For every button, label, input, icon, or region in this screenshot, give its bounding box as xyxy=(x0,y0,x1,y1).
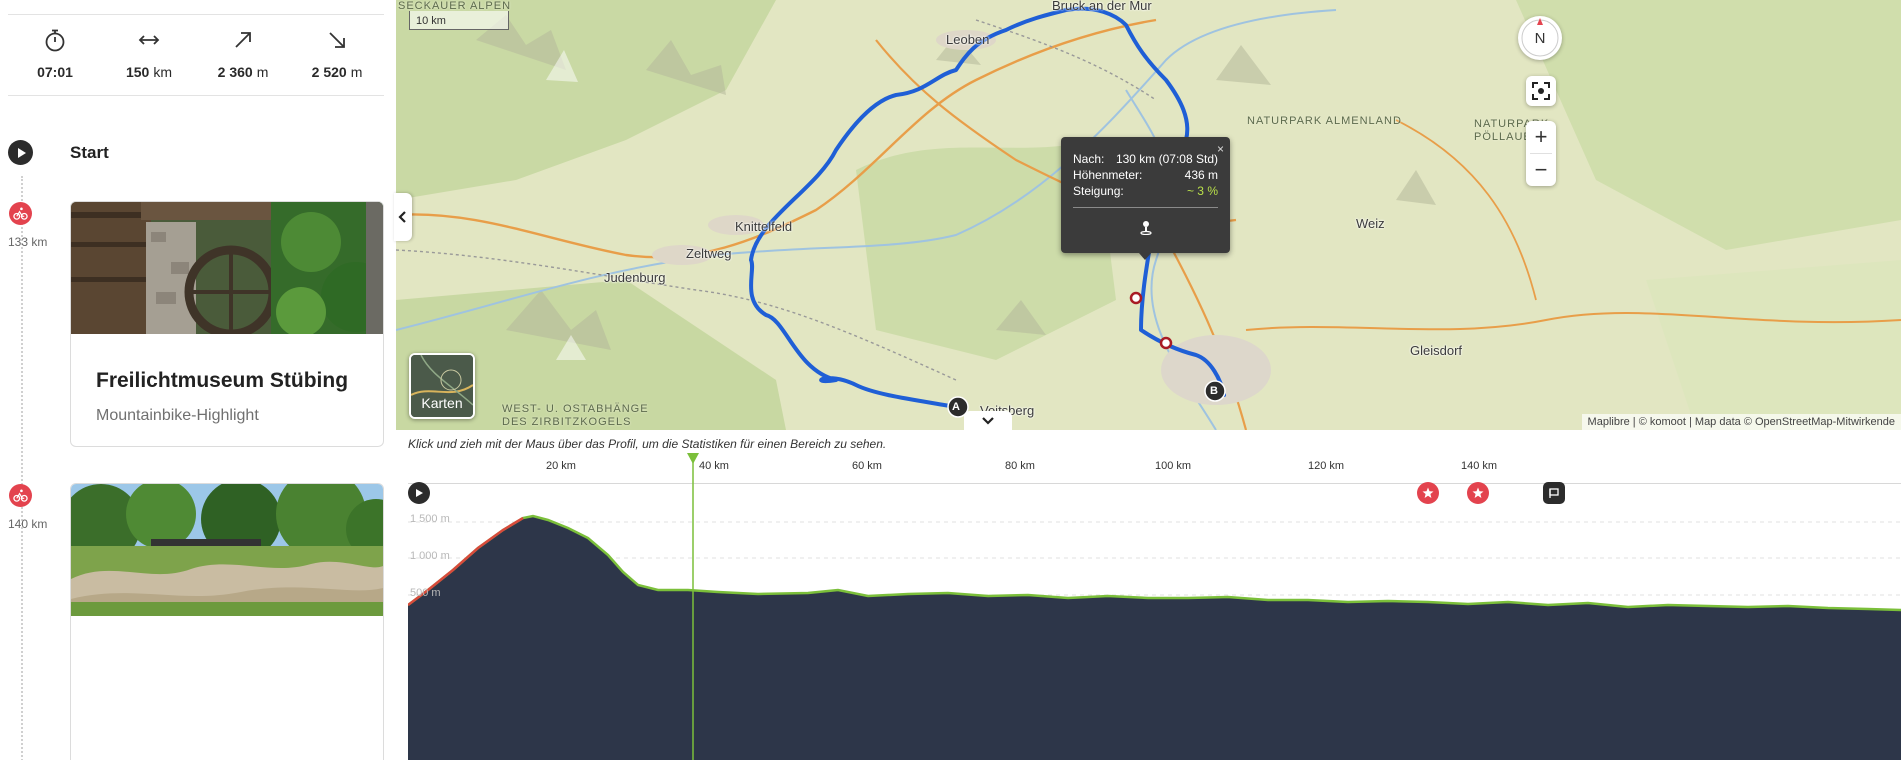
start-label[interactable]: Start xyxy=(70,143,109,163)
divider xyxy=(1073,207,1218,208)
highlight-photo xyxy=(71,484,383,616)
toggle-profile-button[interactable] xyxy=(964,411,1012,431)
distance-arrows-icon xyxy=(138,35,160,45)
profile-chart[interactable] xyxy=(408,430,1901,760)
place-label: Bruck an der Mur xyxy=(1052,0,1152,13)
uphill-arrow-icon xyxy=(235,32,251,48)
zoom-control: + − xyxy=(1526,121,1556,186)
focus-icon xyxy=(1532,82,1550,100)
popup-pointer xyxy=(1139,253,1151,260)
popup-slope-row: Steigung: ~ 3 % xyxy=(1073,184,1218,198)
alt-tick-label: 1 500 m xyxy=(410,513,450,525)
waypoint-distance: 140 km xyxy=(8,517,48,531)
place-label: Judenburg xyxy=(604,270,666,285)
chevron-left-icon xyxy=(398,211,406,223)
tour-stats: 07:01 150 km 2 360 m 2 520 m xyxy=(8,15,384,96)
elevation-profile[interactable]: Klick und zieh mit der Maus über das Pro… xyxy=(396,430,1901,760)
compass-button[interactable]: N xyxy=(1518,16,1562,60)
uphill-value: 2 360 m xyxy=(217,64,269,80)
popup-distance-row: Nach: 130 km (07:08 Std) xyxy=(1073,152,1218,166)
highlight-title[interactable]: Freilichtmuseum Stübing xyxy=(96,369,383,393)
compass-north-label: N xyxy=(1534,30,1546,47)
map-layers-label: Karten xyxy=(421,395,463,411)
place-label: Zeltweg xyxy=(686,246,732,261)
highlight-star-icon[interactable] xyxy=(1417,482,1439,504)
itinerary-timeline xyxy=(21,176,23,760)
stat-downhill: 2 520 m xyxy=(290,15,384,95)
end-marker-label: B xyxy=(1210,385,1218,397)
highlight-marker[interactable] xyxy=(1159,336,1173,350)
elevation-area xyxy=(408,516,1901,760)
duration-value: 07:01 xyxy=(37,64,73,80)
alt-tick-label: 1 000 m xyxy=(410,550,450,562)
region-label: WEST- U. OSTABHÄNGE DES ZIRBITZKOGELS xyxy=(502,403,649,428)
highlight-star-icon[interactable] xyxy=(1467,482,1489,504)
zoom-in-button[interactable]: + xyxy=(1526,121,1556,153)
close-icon[interactable]: × xyxy=(1217,142,1224,156)
chevron-down-icon xyxy=(982,417,994,425)
highlight-subtitle: Mountainbike-Highlight xyxy=(96,407,259,424)
start-marker-label: A xyxy=(952,401,960,413)
recenter-button[interactable] xyxy=(1526,76,1556,106)
stat-distance: 150 km xyxy=(102,15,196,95)
map-attribution[interactable]: Maplibre | © komoot | Map data © OpenStr… xyxy=(1581,414,1901,430)
finish-flag-icon[interactable] xyxy=(1543,482,1565,504)
waypoint-distance: 133 km xyxy=(8,235,48,249)
route-info-popup: × Nach: 130 km (07:08 Std) Höhenmeter: 436… xyxy=(1061,137,1230,253)
collapse-sidebar-button[interactable] xyxy=(394,193,412,241)
downhill-arrow-icon xyxy=(329,32,345,48)
highlight-marker[interactable] xyxy=(1129,291,1143,305)
place-label: Gleisdorf xyxy=(1410,343,1463,358)
cursor-handle-icon xyxy=(687,453,699,464)
place-label: Weiz xyxy=(1356,216,1385,231)
distance-value: 150 km xyxy=(125,64,173,80)
route-map[interactable]: A B SECKAUER ALPEN Bruck an der Mur Leob… xyxy=(396,0,1901,430)
map-scale: 10 km xyxy=(409,11,509,30)
highlight-card[interactable] xyxy=(70,483,384,760)
popup-elevation-row: Höhenmeter: 436 m xyxy=(1073,168,1218,182)
place-label: Knittelfeld xyxy=(735,219,793,234)
stat-uphill: 2 360 m xyxy=(196,15,290,95)
profile-start-icon[interactable] xyxy=(408,482,430,504)
stopwatch-icon xyxy=(45,29,65,52)
stat-duration: 07:01 xyxy=(8,15,102,95)
highlight-card[interactable]: Freilichtmuseum Stübing Mountainbike-Hig… xyxy=(70,201,384,447)
highlight-photo xyxy=(71,202,383,339)
start-play-icon[interactable] xyxy=(8,140,33,165)
region-label: NATURPARK ALMENLAND xyxy=(1247,115,1402,127)
downhill-value: 2 520 m xyxy=(311,64,363,80)
mountainbike-icon xyxy=(9,484,32,507)
pin-icon[interactable] xyxy=(1138,219,1154,235)
zoom-out-button[interactable]: − xyxy=(1526,154,1556,186)
tour-sidebar: 07:01 150 km 2 360 m 2 520 m Start 133 km xyxy=(0,0,396,760)
map-layers-button[interactable]: Karten xyxy=(409,353,475,419)
alt-tick-label: 500 m xyxy=(410,587,441,599)
mountainbike-icon xyxy=(9,202,32,225)
place-label: Leoben xyxy=(946,32,990,47)
